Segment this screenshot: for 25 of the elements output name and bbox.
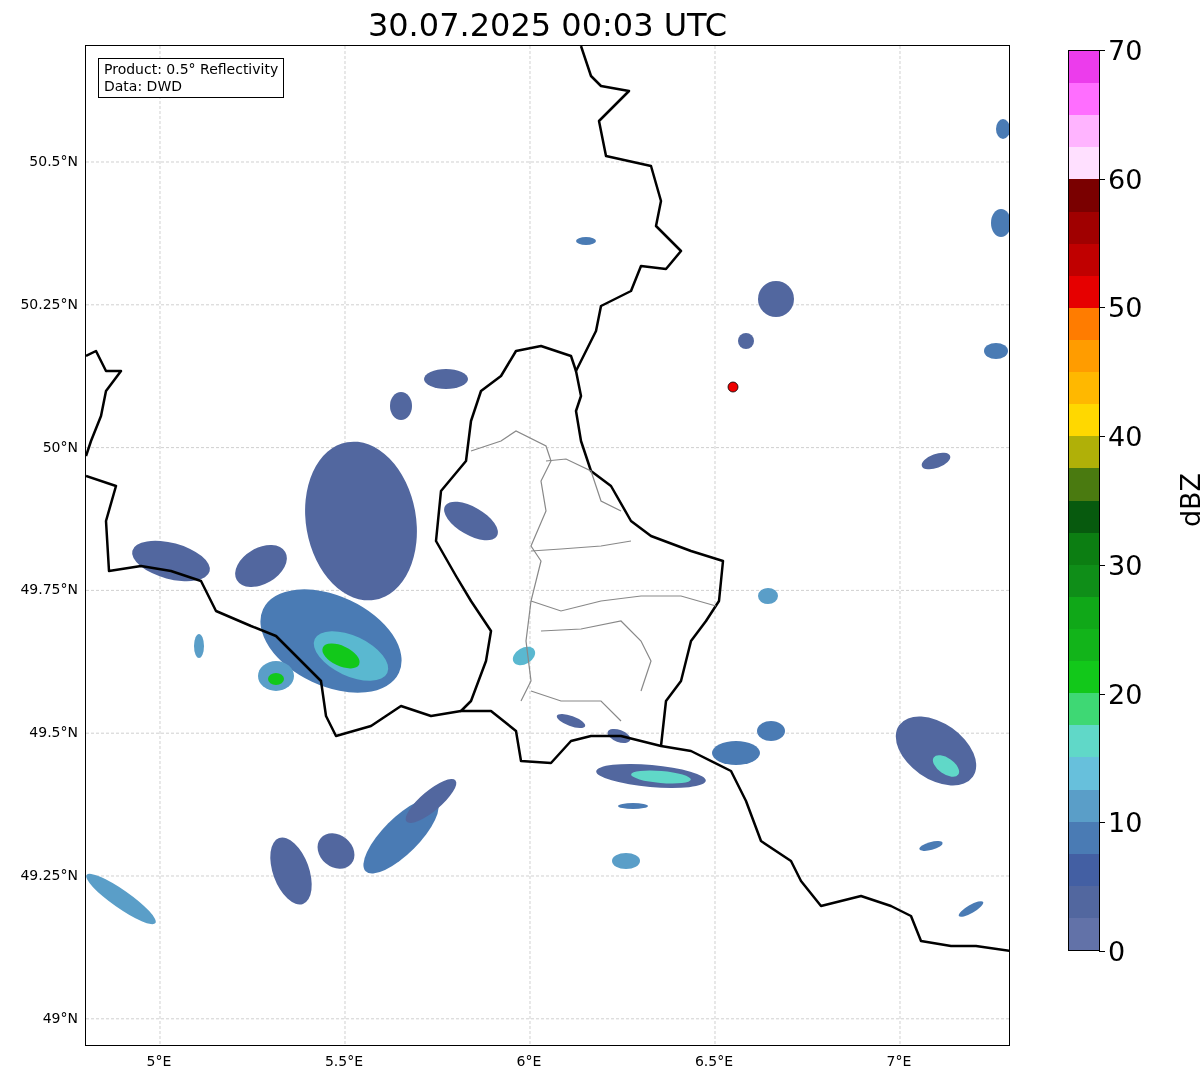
scale-tick-label: 20 bbox=[1108, 680, 1143, 708]
scale-tick-label: 70 bbox=[1108, 36, 1143, 64]
radar-site-icon bbox=[727, 381, 739, 393]
longitude-label: 6°E bbox=[516, 1053, 542, 1069]
longitude-label: 5.5°E bbox=[324, 1053, 364, 1069]
scale-tick-label: 50 bbox=[1108, 293, 1143, 321]
latitude-label: 49°N bbox=[42, 1009, 78, 1026]
scale-tick-label: 30 bbox=[1108, 551, 1143, 579]
longitude-label: 7°E bbox=[886, 1053, 912, 1069]
longitude-label: 5°E bbox=[146, 1053, 172, 1069]
scale-tick-label: 10 bbox=[1108, 808, 1143, 836]
scale-tick-label: 60 bbox=[1108, 165, 1143, 193]
latitude-label: 49.75°N bbox=[20, 581, 78, 598]
latitude-label: 49.25°N bbox=[20, 867, 78, 883]
chart-title: 30.07.2025 00:03 UTC bbox=[366, 9, 729, 45]
scale-tick-label: 40 bbox=[1108, 422, 1143, 450]
legend-text: Product: 0.5° Reflectivity bbox=[104, 61, 279, 78]
longitude-label: 6.5°E bbox=[694, 1053, 734, 1069]
latitude-label: 50.25°N bbox=[20, 295, 78, 312]
scale-tick-label: 0 bbox=[1108, 937, 1126, 965]
latitude-label: 50.5°N bbox=[29, 153, 78, 169]
latitude-label: 49.5°N bbox=[29, 724, 78, 741]
legend-text: Data: DWD bbox=[104, 78, 183, 95]
scale-axis-label: dBZ bbox=[1174, 472, 1202, 528]
latitude-label: 50°N bbox=[42, 438, 78, 455]
